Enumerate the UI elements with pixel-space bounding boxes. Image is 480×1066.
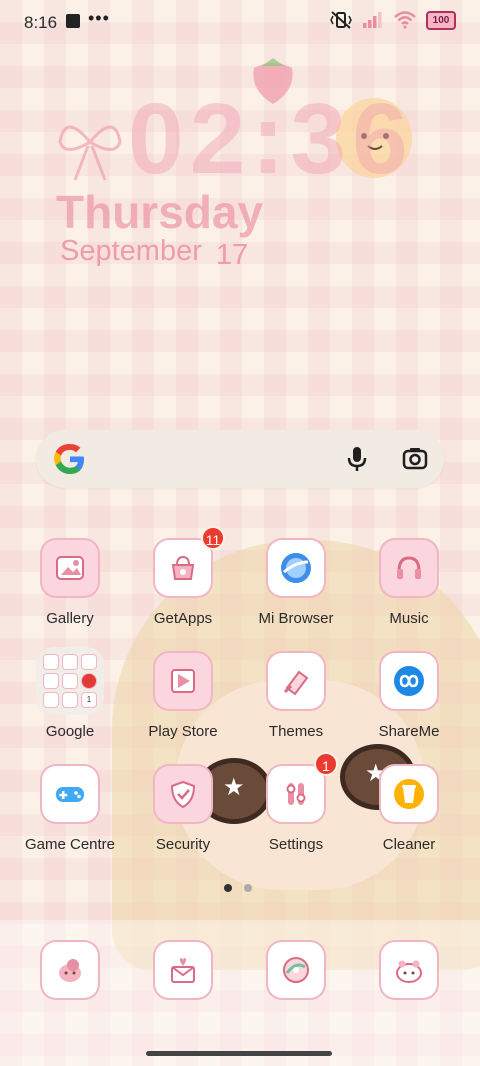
- app-label: Game Centre: [24, 836, 116, 853]
- clock-day: 17: [215, 239, 249, 271]
- app-label: Music: [389, 610, 429, 627]
- app-label: Themes: [268, 723, 324, 740]
- wifi-icon: [394, 11, 416, 29]
- gesture-navigation-handle[interactable]: [146, 1051, 332, 1056]
- app-label: ShareMe: [378, 723, 440, 740]
- ribbon-decoration: [58, 125, 122, 181]
- cleaner-icon: [381, 766, 437, 822]
- page-indicator[interactable]: [224, 884, 252, 892]
- getapps-icon: 11: [155, 526, 225, 596]
- google-search-bar[interactable]: [36, 430, 444, 488]
- app-music[interactable]: Music: [359, 540, 459, 627]
- vibrate-icon: [330, 11, 352, 29]
- signal-icon: [363, 12, 382, 28]
- status-icons: 100: [330, 10, 456, 30]
- app-label: Mi Browser: [258, 610, 334, 627]
- app-google-folder[interactable]: 1 Google: [20, 647, 120, 740]
- browser-icon: [268, 540, 324, 596]
- app-play-store[interactable]: Play Store: [133, 653, 233, 740]
- app-getapps[interactable]: 11 GetApps: [133, 526, 233, 627]
- status-bar: 8:16 ••• 100: [0, 0, 480, 44]
- app-security[interactable]: Security: [133, 766, 233, 853]
- mini-app-icon: [44, 693, 58, 707]
- notification-badge: 1: [314, 752, 338, 776]
- google-logo-icon: [54, 443, 84, 475]
- mini-app-icon: [63, 693, 77, 707]
- voice-search-icon[interactable]: [342, 444, 372, 474]
- page-dot-active[interactable]: [224, 884, 232, 892]
- app-settings[interactable]: 1 Settings: [246, 752, 346, 853]
- app-gallery[interactable]: Gallery: [20, 540, 120, 627]
- google-lens-icon[interactable]: [400, 444, 430, 474]
- dock-phone[interactable]: [20, 942, 120, 998]
- page-dot[interactable]: [244, 884, 252, 892]
- app-game-centre[interactable]: Game Centre: [20, 766, 120, 853]
- shareme-icon: [381, 653, 437, 709]
- clock-weekday: Thursday: [56, 186, 264, 238]
- app-label: Settings: [268, 836, 324, 853]
- mini-app-icon: [82, 674, 96, 688]
- google-folder-icon: 1: [36, 647, 104, 715]
- app-label: Security: [155, 836, 211, 853]
- play-store-icon: [155, 653, 211, 709]
- phone-icon: [42, 942, 98, 998]
- mini-app-icon: [63, 655, 77, 669]
- security-icon: [155, 766, 211, 822]
- dock-camera[interactable]: [246, 942, 346, 998]
- notification-badge: 11: [201, 526, 225, 550]
- mini-app-icon: [63, 674, 77, 688]
- settings-icon: 1: [268, 752, 338, 822]
- app-label: GetApps: [153, 610, 213, 627]
- contacts-icon: [381, 942, 437, 998]
- app-label: Gallery: [46, 610, 94, 627]
- mini-app-icon: [44, 655, 58, 669]
- notification-app-icon: [66, 14, 80, 28]
- mini-app-icon: [44, 674, 58, 688]
- dock-contacts[interactable]: [359, 942, 459, 998]
- messages-icon: [155, 942, 211, 998]
- more-notifications-icon: •••: [88, 8, 110, 28]
- camera-icon: [268, 942, 324, 998]
- music-icon: [381, 540, 437, 596]
- app-label: Play Store: [148, 723, 218, 740]
- battery-indicator: 100: [426, 10, 456, 30]
- app-shareme[interactable]: ShareMe: [359, 653, 459, 740]
- app-mi-browser[interactable]: Mi Browser: [246, 540, 346, 627]
- lockscreen-clock[interactable]: 02:36: [128, 82, 414, 197]
- themes-icon: [268, 653, 324, 709]
- mini-app-icon: 1: [82, 693, 96, 707]
- status-time: 8:16: [24, 13, 58, 32]
- gallery-icon: [42, 540, 98, 596]
- clock-month: September: [60, 235, 202, 267]
- app-label: Google: [45, 723, 95, 740]
- app-cleaner[interactable]: Cleaner: [359, 766, 459, 853]
- app-themes[interactable]: Themes: [246, 653, 346, 740]
- dock-messages[interactable]: [133, 942, 233, 998]
- clock-date: September 17: [60, 235, 249, 271]
- mini-app-icon: [82, 655, 96, 669]
- game-controller-icon: [42, 766, 98, 822]
- app-label: Cleaner: [382, 836, 436, 853]
